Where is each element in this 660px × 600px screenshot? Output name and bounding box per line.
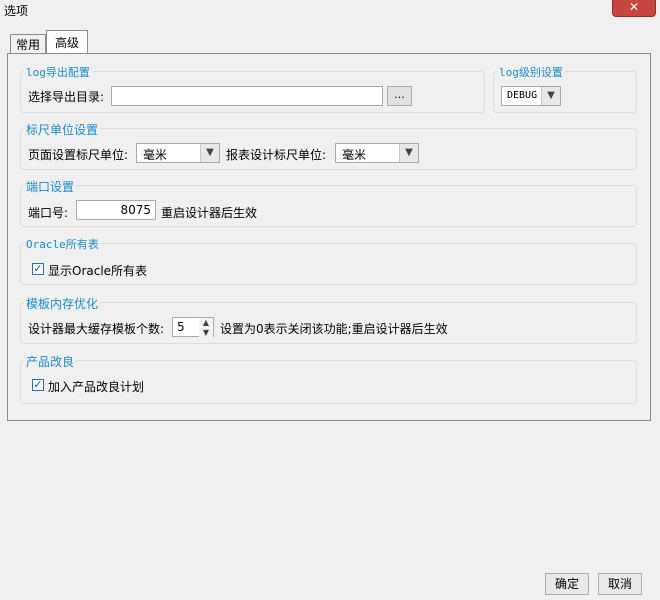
tab-normal[interactable]: 常用	[10, 34, 46, 54]
close-icon: ✕	[628, 0, 640, 14]
port-label: 端口号:	[28, 206, 69, 220]
chevron-down-icon: ▼	[399, 144, 418, 162]
export-dir-input[interactable]	[111, 86, 383, 106]
ok-button[interactable]: 确定	[545, 573, 589, 595]
port-title: 端口设置	[24, 178, 77, 195]
port-input[interactable]: 8075	[76, 200, 156, 220]
log-level-title: log级别设置	[497, 64, 565, 80]
port-hint: 重启设计器后生效	[161, 206, 258, 220]
page-ruler-label: 页面设置标尺单位:	[28, 148, 129, 162]
cancel-button[interactable]: 取消	[598, 573, 642, 595]
show-oracle-checkbox[interactable]: ✓	[32, 263, 44, 275]
title-bar: 选项 ✕	[0, 0, 660, 20]
spin-down-icon[interactable]: ▼	[199, 328, 213, 337]
spin-up-icon[interactable]: ▲	[199, 318, 213, 327]
cache-count-label: 设计器最大缓存模板个数:	[28, 322, 165, 336]
check-icon: ✓	[33, 378, 43, 391]
report-ruler-select[interactable]: 毫米 ▼	[335, 143, 419, 163]
log-level-select[interactable]: DEBUG ▼	[501, 86, 561, 106]
window-title: 选项	[4, 4, 29, 18]
chevron-down-icon: ▼	[200, 144, 219, 162]
log-export-title: log导出配置	[24, 64, 92, 80]
export-dir-label: 选择导出目录:	[28, 90, 105, 104]
close-button[interactable]: ✕	[612, 0, 656, 17]
chevron-down-icon: ▼	[541, 87, 560, 105]
join-improvement-label: 加入产品改良计划	[48, 380, 145, 394]
template-cache-title: 模板内存优化	[24, 295, 101, 312]
tab-advanced[interactable]: 高级	[46, 30, 88, 54]
page-ruler-select[interactable]: 毫米 ▼	[136, 143, 220, 163]
browse-button[interactable]: ...	[387, 86, 412, 106]
report-ruler-label: 报表设计标尺单位:	[226, 148, 327, 162]
join-improvement-checkbox[interactable]: ✓	[32, 379, 44, 391]
show-oracle-label: 显示Oracle所有表	[48, 264, 148, 278]
ruler-title: 标尺单位设置	[24, 121, 101, 138]
improvement-title: 产品改良	[24, 353, 77, 370]
cache-hint: 设置为0表示关闭该功能;重启设计器后生效	[220, 322, 448, 336]
cache-count-stepper[interactable]: 5 ▲ ▼	[172, 317, 214, 337]
oracle-title: Oracle所有表	[24, 236, 101, 252]
check-icon: ✓	[33, 262, 43, 275]
